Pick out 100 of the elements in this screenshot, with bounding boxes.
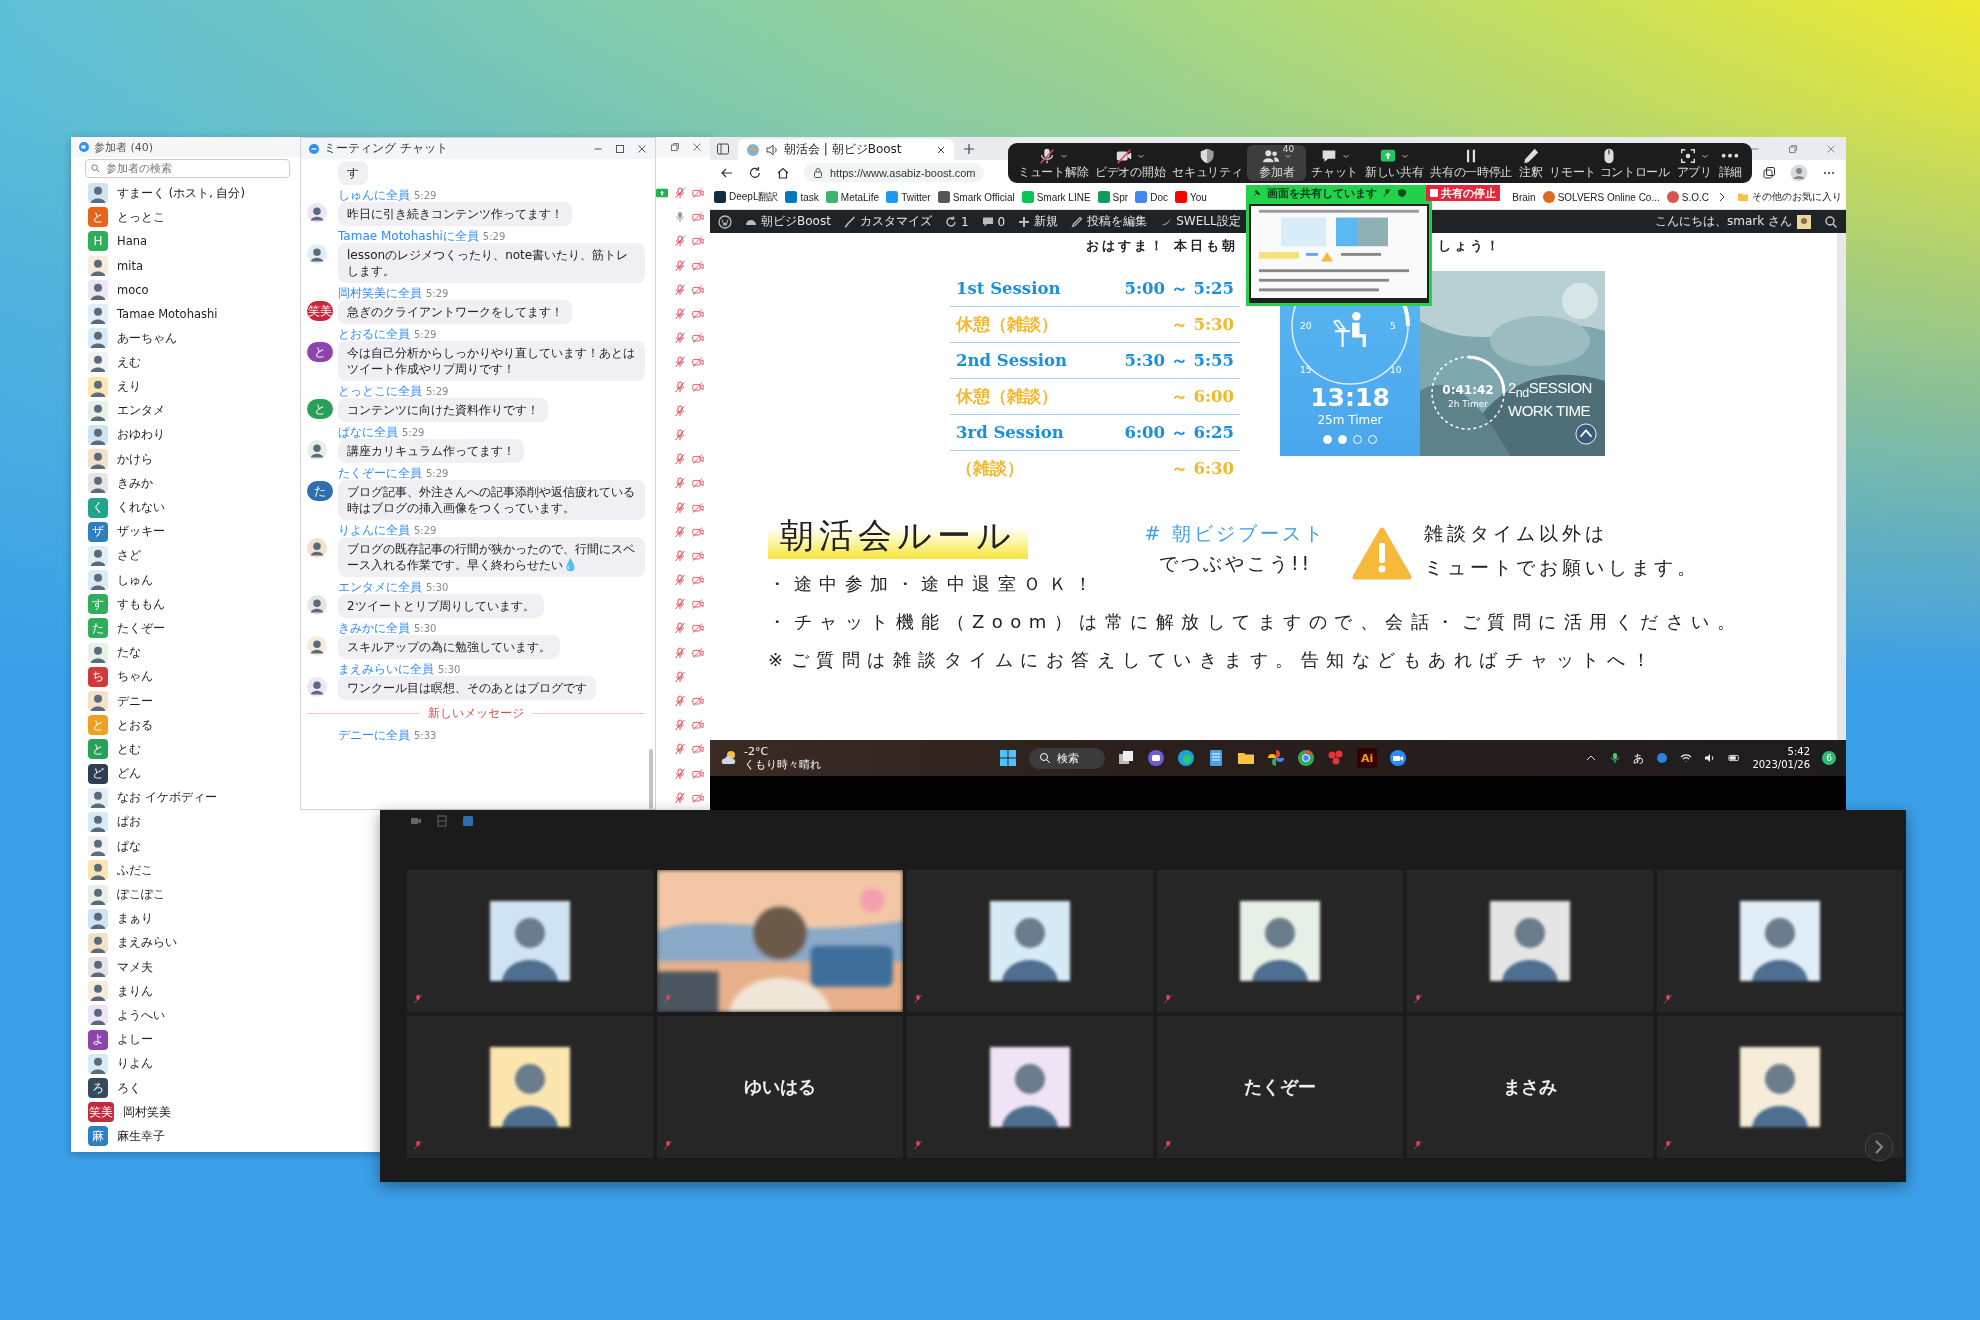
video-tile[interactable] [907,1016,1153,1158]
muted-mic-icon[interactable] [674,549,686,562]
bookmark[interactable]: Smark LINE [1021,191,1091,203]
stop-share-button[interactable]: 共有の停止 [1426,185,1500,201]
admin-bar-item[interactable]: 新規 [1018,213,1059,230]
muted-mic-icon[interactable] [674,719,686,732]
camera-off-icon[interactable] [692,308,704,321]
video-tile[interactable] [907,870,1153,1012]
muted-mic-icon[interactable] [674,453,686,466]
chat-app-icon[interactable] [1147,749,1166,767]
bookmark[interactable]: Doc [1135,191,1168,203]
bookmark[interactable]: Smark Official [937,191,1015,203]
camera-off-icon[interactable] [692,525,704,538]
caret-icon[interactable] [1060,152,1069,160]
user-avatar-icon[interactable] [1797,214,1811,229]
caret-icon[interactable] [1137,152,1146,160]
restore-icon[interactable] [1788,143,1798,154]
camera-off-icon[interactable] [692,283,704,296]
clock[interactable]: 5:42 2023/01/26 [1752,745,1810,771]
caret-icon[interactable] [1701,152,1710,160]
task-view-icon[interactable] [1117,749,1136,767]
close-icon[interactable] [936,144,946,155]
profile-icon[interactable] [1790,163,1808,182]
camera-off-icon[interactable] [692,332,704,345]
admin-bar-item[interactable]: カスタマイズ [843,213,932,230]
battery-icon[interactable] [1728,752,1741,764]
camera-off-icon[interactable] [692,574,704,587]
video-tile[interactable]: ゆいはる [657,1016,903,1158]
toolbar-button[interactable]: セキュリティ [1170,145,1245,181]
muted-mic-icon[interactable] [674,767,686,780]
muted-mic-icon[interactable] [674,598,686,611]
camera-off-icon[interactable] [692,646,704,659]
speaker-icon[interactable] [765,142,779,157]
camera-off-icon[interactable] [692,767,704,780]
caret-icon[interactable] [1283,152,1292,160]
search-field[interactable]: 参加者の検索 [85,159,290,178]
muted-mic-icon[interactable] [674,283,686,296]
video-tile[interactable]: まさみ [1407,1016,1653,1158]
muted-mic-icon[interactable] [674,308,686,321]
browser-app-icon[interactable] [1177,749,1196,767]
toolbar-button[interactable]: 詳細 [1716,145,1744,181]
camera-off-icon[interactable] [692,501,704,514]
bookmark[interactable]: DeepL翻訳 [714,190,779,204]
next-page-button[interactable] [1864,1132,1894,1162]
camera-off-icon[interactable] [692,259,704,272]
video-tile[interactable] [1407,870,1653,1012]
scrollbar[interactable] [1837,233,1846,740]
camera-off-icon[interactable] [692,235,704,248]
maximize-icon[interactable] [615,143,625,154]
toolbar-button[interactable]: アプリ [1674,145,1714,181]
close-icon[interactable] [692,142,702,152]
muted-mic-icon[interactable] [674,646,686,659]
muted-mic-icon[interactable] [674,380,686,393]
new-tab-icon[interactable] [962,141,976,156]
bookmark[interactable]: task [785,191,819,203]
admin-bar-item[interactable]: SWELL設定 [1160,213,1241,230]
user-greeting[interactable]: こんにちは、smark さん [1655,213,1792,230]
taskbar-search[interactable]: 検索 [1029,747,1106,769]
muted-mic-icon[interactable] [674,332,686,345]
mic-icon[interactable] [1609,752,1622,764]
zoom-app-icon[interactable] [1389,749,1408,767]
camera-off-icon[interactable] [692,743,704,756]
scrollbar[interactable] [649,749,653,809]
grid-icon[interactable] [436,815,448,827]
toolbar-button[interactable]: ミュート解除 [1016,145,1091,181]
page-dot[interactable] [1323,435,1332,444]
muted-mic-icon[interactable] [674,743,686,756]
toolbar-button[interactable]: 共有の一時停止 [1428,145,1515,181]
toolbar-button[interactable]: 40 参加者 [1247,145,1307,181]
camera-off-icon[interactable] [692,549,704,562]
bookmark[interactable]: Brain [1512,191,1536,203]
camera-off-icon[interactable] [692,598,704,611]
toolbar-button[interactable]: ビデオの開始 [1093,145,1168,181]
tab-actions-icon[interactable] [716,141,730,156]
start-icon[interactable] [999,749,1018,767]
collections-icon[interactable] [1762,165,1776,180]
home-icon[interactable] [776,165,790,180]
camera-off-icon[interactable] [692,356,704,369]
video-tile[interactable] [1657,1016,1903,1158]
muted-mic-icon[interactable] [674,187,686,200]
toolbar-button[interactable]: チャット [1309,145,1360,181]
globe-icon[interactable] [1656,752,1669,764]
muted-mic-icon[interactable] [674,477,686,490]
muted-mic-icon[interactable] [674,356,686,369]
caret-icon[interactable] [1401,152,1410,160]
muted-mic-icon[interactable] [674,501,686,514]
bookmark-folder[interactable]: その他のお気に入り [1737,190,1842,204]
chrome-app-icon[interactable] [1297,749,1316,767]
bookmark[interactable]: You [1174,191,1207,203]
admin-bar-item[interactable]: 0 [981,214,1006,229]
view-icon[interactable] [462,815,474,827]
caret-icon[interactable] [1341,152,1350,160]
toolbar-button[interactable]: 新しい共有 [1362,145,1426,181]
wordpress-logo-icon[interactable] [718,214,732,229]
camera-icon[interactable] [410,815,422,827]
close-icon[interactable] [637,143,647,154]
muted-mic-icon[interactable] [674,695,686,708]
video-tile[interactable] [407,1016,653,1158]
camera-off-icon[interactable] [692,453,704,466]
restore-icon[interactable] [670,142,680,152]
